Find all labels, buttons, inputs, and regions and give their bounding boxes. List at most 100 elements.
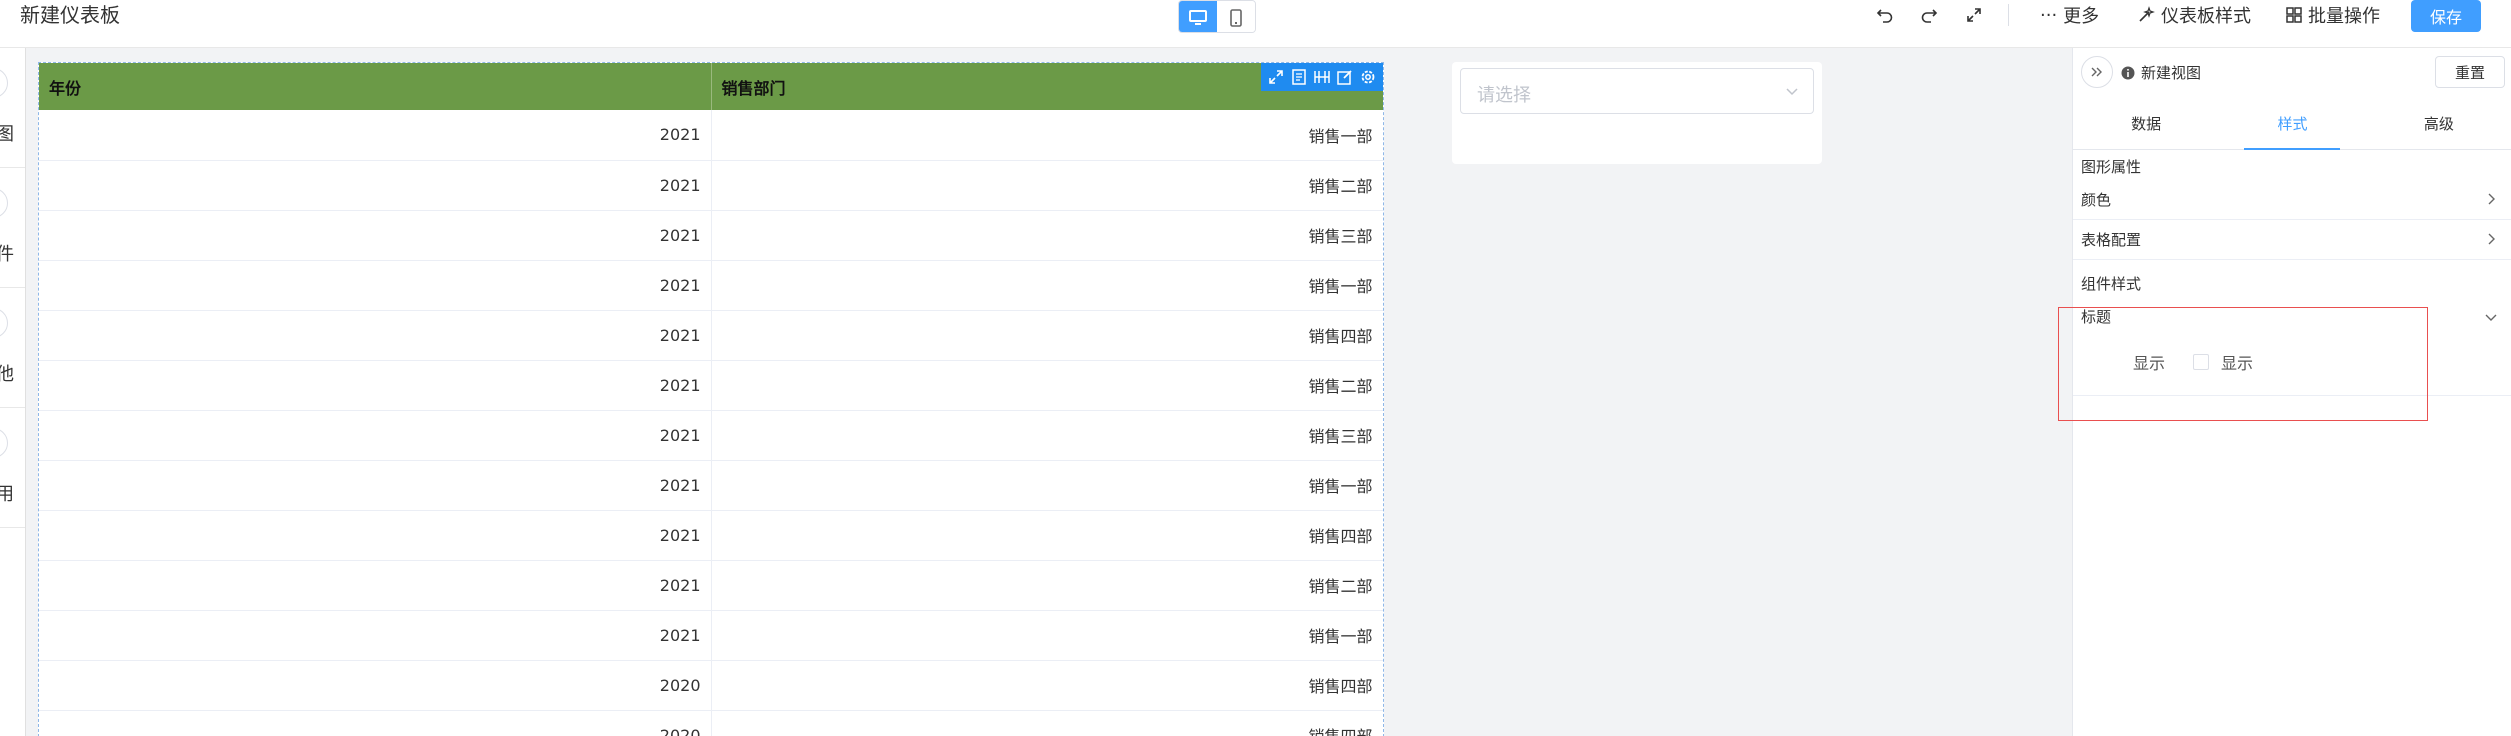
- settings-gear-icon[interactable]: [1360, 69, 1376, 85]
- rail-icon: [0, 428, 8, 458]
- details-icon[interactable]: [1291, 69, 1307, 85]
- table-row: 2021 销售二部: [39, 360, 1383, 411]
- show-title-row: 显示 显示: [2133, 350, 2253, 374]
- cell-year: 2021: [39, 560, 712, 611]
- mobile-icon: [1230, 8, 1242, 27]
- device-toggle: [1178, 0, 1256, 33]
- cell-department: 销售四部: [711, 510, 1383, 561]
- show-title-checkbox[interactable]: [2193, 354, 2210, 370]
- edit-icon[interactable]: [1337, 69, 1353, 85]
- cell-year: 2021: [39, 410, 712, 461]
- cell-department: 销售三部: [711, 410, 1383, 461]
- expand-icon: [1967, 8, 1981, 22]
- cell-department: 销售三部: [711, 210, 1383, 261]
- show-checkbox-label[interactable]: 显示: [2221, 350, 2253, 374]
- mobile-view-button[interactable]: [1217, 1, 1255, 32]
- enlarge-icon[interactable]: [1268, 69, 1284, 85]
- table-row: 2021 销售三部: [39, 210, 1383, 261]
- toolbar-divider: [2008, 4, 2009, 26]
- table-row: 2021 销售四部: [39, 510, 1383, 561]
- cell-department: 销售二部: [711, 160, 1383, 211]
- cell-year: 2021: [39, 210, 712, 261]
- chevron-right-icon: [2488, 233, 2495, 245]
- table-row: 2021 销售二部: [39, 160, 1383, 211]
- table-widget[interactable]: 年份 销售部门 2021 销售一部 2021 销售二部 2021 销售三部 2021 销…: [38, 62, 1384, 736]
- magic-wand-icon: [2139, 6, 2155, 22]
- tab-advanced[interactable]: 高级: [2366, 98, 2511, 149]
- redo-button[interactable]: [1912, 0, 1946, 30]
- cell-year: 2021: [39, 260, 712, 311]
- view-name-label: 新建视图: [2141, 64, 2202, 82]
- cell-year: 2021: [39, 310, 712, 361]
- dashboard-style-label: 仪表板样式: [2161, 6, 2251, 27]
- collapse-panel-button[interactable]: [2081, 56, 2113, 88]
- chevron-right-icon: [2488, 193, 2495, 205]
- reset-button[interactable]: 重置: [2435, 56, 2505, 88]
- cell-department: 销售四部: [711, 710, 1383, 736]
- dashboard-title[interactable]: 新建仪表板: [20, 0, 120, 30]
- table-row: 2021 销售一部: [39, 460, 1383, 511]
- color-label: 颜色: [2081, 191, 2112, 209]
- batch-ops-label: 批量操作: [2308, 6, 2380, 27]
- cell-department: 销售四部: [711, 310, 1383, 361]
- cell-year: 2021: [39, 360, 712, 411]
- info-icon: [2121, 66, 2135, 79]
- rail-item-chart[interactable]: 图: [0, 48, 25, 168]
- title-section-label[interactable]: 标题: [2081, 306, 2111, 327]
- tab-data[interactable]: 数据: [2073, 98, 2219, 149]
- dashboard-style-button[interactable]: 仪表板样式: [2137, 0, 2251, 30]
- ellipsis-icon: ···: [2040, 4, 2058, 26]
- cell-department: 销售一部: [711, 460, 1383, 511]
- view-name: 新建视图: [2121, 62, 2201, 83]
- select-placeholder: 请选择: [1477, 85, 1531, 106]
- properties-panel: 新建视图 重置 数据 样式 高级 图形属性 颜色 表格配置 组件样式 标题 显示…: [2072, 48, 2511, 736]
- redo-icon: [1921, 9, 1938, 23]
- rail-item-reuse[interactable]: 用: [0, 408, 25, 528]
- batch-ops-button[interactable]: 批量操作: [2286, 0, 2380, 30]
- fullscreen-button[interactable]: [1957, 0, 1991, 30]
- table-row: 2021 销售三部: [39, 410, 1383, 461]
- table-row: 2020销售四部: [39, 710, 1383, 736]
- rail-icon: [0, 68, 8, 98]
- rail-item-label: 图: [0, 120, 14, 146]
- chevron-down-icon: [1786, 88, 1798, 96]
- linkage-icon[interactable]: [1313, 69, 1331, 85]
- color-row[interactable]: 颜色: [2073, 180, 2511, 220]
- rail-item-other[interactable]: 他: [0, 288, 25, 408]
- table-config-row[interactable]: 表格配置: [2073, 220, 2511, 260]
- cell-year: 2021: [39, 510, 712, 561]
- rail-icon: [0, 308, 8, 338]
- top-bar: 新建仪表板 ··· 更多 仪表板样式 批量操作 保存: [0, 0, 2511, 48]
- undo-button[interactable]: [1868, 0, 1902, 30]
- cell-department: 销售二部: [711, 560, 1383, 611]
- cell-year: 2021: [39, 610, 712, 661]
- double-chevron-right-icon: [2091, 67, 2102, 77]
- undo-icon: [1876, 9, 1893, 23]
- graphic-props-heading: 图形属性: [2081, 158, 2142, 176]
- table-row: 2021 销售一部: [39, 610, 1383, 661]
- rail-item-component[interactable]: 件: [0, 168, 25, 288]
- column-header-year[interactable]: 年份: [39, 63, 712, 110]
- rail-item-label: 他: [0, 360, 14, 386]
- rail-icon: [0, 188, 8, 218]
- cell-department: 销售二部: [711, 360, 1383, 411]
- more-button[interactable]: ··· 更多: [2040, 0, 2099, 30]
- panel-tabs: 数据 样式 高级: [2073, 98, 2511, 150]
- desktop-icon: [1189, 9, 1207, 25]
- table-row: 2021 销售四部: [39, 310, 1383, 361]
- grid-icon: [2286, 7, 2302, 23]
- chevron-down-icon[interactable]: [2484, 310, 2498, 324]
- table-row: 2021 销售二部: [39, 560, 1383, 611]
- table-row: 2021 销售一部: [39, 260, 1383, 311]
- filter-select[interactable]: 请选择: [1460, 68, 1814, 114]
- component-style-heading: 组件样式: [2081, 275, 2142, 293]
- cell-year: 2020: [39, 660, 712, 711]
- widget-toolbar: [1261, 63, 1383, 91]
- desktop-view-button[interactable]: [1179, 1, 1217, 32]
- more-label: 更多: [2063, 6, 2100, 27]
- cell-department: 销售一部: [711, 610, 1383, 661]
- table-row: 2020销售四部: [39, 660, 1383, 711]
- save-button[interactable]: 保存: [2411, 0, 2481, 32]
- tab-style[interactable]: 样式: [2219, 98, 2365, 150]
- dashboard-canvas: 年份 销售部门 2021 销售一部 2021 销售二部 2021 销售三部 2021 销…: [26, 48, 2072, 736]
